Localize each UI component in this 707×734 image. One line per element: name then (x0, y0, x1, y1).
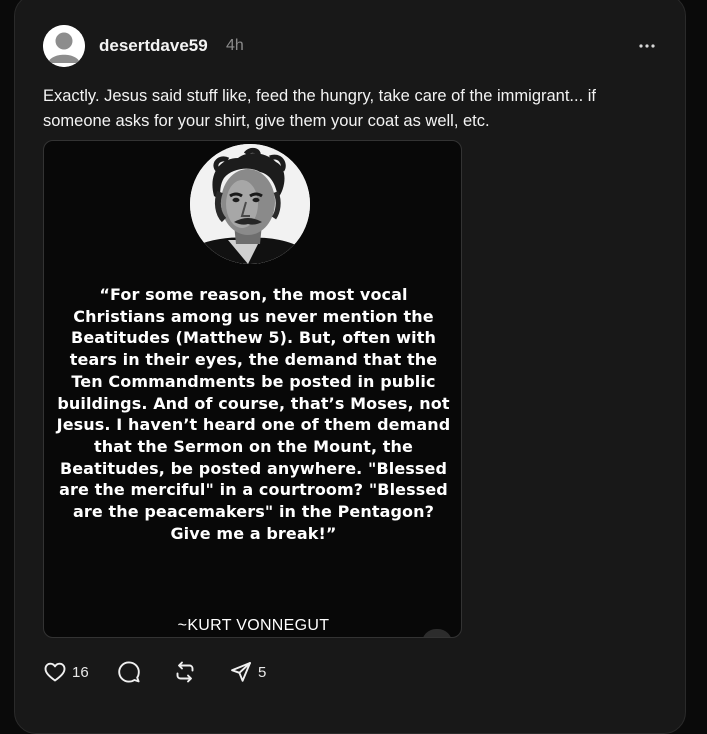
repost-icon (176, 661, 194, 683)
more-options-button[interactable] (634, 34, 660, 58)
quote-text: “For some reason, the most vocal Christi… (56, 285, 451, 543)
share-button[interactable]: 5 (229, 658, 266, 686)
post-text: Exactly. Jesus said stuff like, feed the… (43, 87, 597, 130)
default-avatar-icon (43, 25, 85, 67)
avatar[interactable] (43, 25, 85, 67)
post-timestamp: 4h (226, 37, 244, 54)
post-image[interactable]: “For some reason, the most vocal Christi… (43, 140, 462, 638)
quote-author: ~KURT VONNEGUT (177, 617, 330, 634)
repost-button[interactable] (173, 658, 197, 686)
like-button[interactable]: 16 (43, 658, 89, 686)
comment-bubble-icon (118, 661, 140, 683)
share-count: 5 (258, 663, 267, 681)
like-count: 16 (72, 663, 89, 681)
author-portrait (190, 144, 310, 264)
more-options-icon (639, 44, 655, 48)
username[interactable]: desertdave59 (99, 36, 208, 56)
comment-button[interactable] (117, 658, 141, 686)
heart-icon (44, 662, 66, 682)
send-icon (231, 662, 251, 682)
